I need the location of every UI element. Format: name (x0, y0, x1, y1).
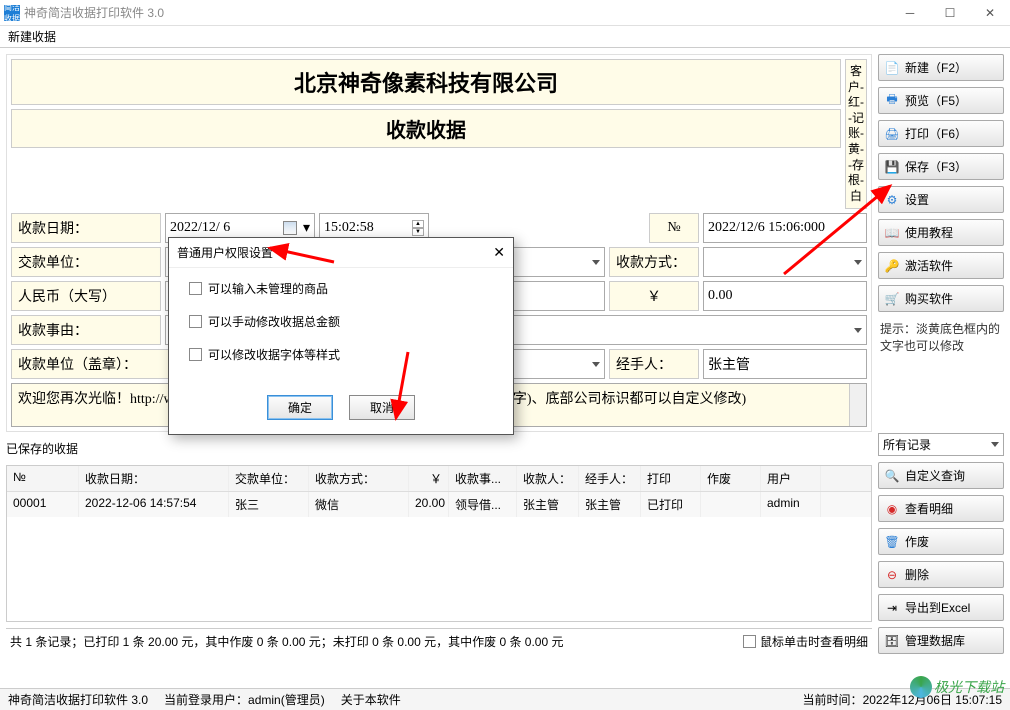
status-time-label: 当前时间： (803, 693, 863, 707)
print-button[interactable]: 🖨打印（F6） (878, 120, 1004, 147)
status-about[interactable]: 关于本软件 (341, 691, 401, 708)
perm-option-3[interactable]: 可以修改收据字体等样式 (189, 346, 493, 363)
dialog-ok-button[interactable]: 确定 (267, 395, 333, 420)
copy-labels[interactable]: 客户-红--记账-黄--存根-白 (845, 59, 867, 209)
status-user: 当前登录用户：admin(管理员) (164, 691, 325, 708)
tab-new-receipt[interactable]: 新建收据 (8, 28, 56, 45)
table-header: № 收款日期： 交款单位： 收款方式： ￥ 收款事... 收款人： 经手人： 打… (7, 466, 871, 492)
perm-option-2[interactable]: 可以手动修改收据总金额 (189, 313, 493, 330)
watermark-icon (910, 676, 932, 698)
menubar: 新建收据 (0, 26, 1010, 48)
delete-button[interactable]: ⊖删除 (878, 561, 1004, 588)
settings-button[interactable]: ⚙设置 (878, 186, 1004, 213)
dialog-cancel-button[interactable]: 取消 (349, 395, 415, 420)
hover-detail-checkbox[interactable]: 鼠标单击时查看明细 (743, 633, 868, 650)
label-handler: 经手人： (609, 349, 699, 379)
col-date[interactable]: 收款日期： (79, 466, 229, 491)
activate-button[interactable]: 🔑激活软件 (878, 252, 1004, 279)
app-icon: 简洁收据 (4, 5, 20, 21)
new-icon: 📄 (885, 61, 899, 75)
label-method: 收款方式： (609, 247, 699, 277)
time-up[interactable]: ▲ (412, 220, 424, 228)
export-icon: ⇥ (885, 601, 899, 615)
save-icon: 💾 (885, 160, 899, 174)
label-payer: 交款单位： (11, 247, 161, 277)
col-no[interactable]: № (7, 466, 79, 491)
col-reason[interactable]: 收款事... (449, 466, 517, 491)
method-dropdown[interactable] (703, 247, 867, 277)
label-date: 收款日期： (11, 213, 161, 243)
label-reason: 收款事由： (11, 315, 161, 345)
col-method[interactable]: 收款方式： (309, 466, 409, 491)
maximize-button[interactable]: ☐ (930, 0, 970, 26)
label-yen: ￥ (609, 281, 699, 311)
search-icon: 🔍 (885, 469, 899, 483)
key-icon: 🔑 (885, 259, 899, 273)
time-down[interactable]: ▼ (412, 228, 424, 236)
database-icon: 🗄 (885, 634, 899, 648)
receipt-title[interactable]: 收款收据 (11, 109, 841, 148)
perm-option-1[interactable]: 可以输入未管理的商品 (189, 280, 493, 297)
saved-table: № 收款日期： 交款单位： 收款方式： ￥ 收款事... 收款人： 经手人： 打… (6, 465, 872, 622)
close-button[interactable]: ✕ (970, 0, 1010, 26)
void-button[interactable]: 🗑作废 (878, 528, 1004, 555)
label-serial: № (649, 213, 699, 243)
status-app-name: 神奇简洁收据打印软件 3.0 (8, 691, 148, 708)
titlebar: 简洁收据 神奇简洁收据打印软件 3.0 ─ ☐ ✕ (0, 0, 1010, 26)
dialog-title: 普通用户权限设置 (177, 244, 273, 261)
delete-icon: ⊖ (885, 568, 899, 582)
label-payee-seal: 收款单位（盖章）： (11, 349, 181, 379)
hint-text: 提示：淡黄底色框内的文字也可以修改 (878, 318, 1004, 356)
view-detail-button[interactable]: ◉查看明细 (878, 495, 1004, 522)
col-handler[interactable]: 经手人： (579, 466, 641, 491)
dialog-close-button[interactable]: ✕ (493, 244, 505, 261)
label-rmb: 人民币（大写） (11, 281, 161, 311)
book-icon: 📖 (885, 226, 899, 240)
amount-field[interactable]: 0.00 (703, 281, 867, 311)
preview-button[interactable]: 🖶预览（F5） (878, 87, 1004, 114)
tutorial-button[interactable]: 📖使用教程 (878, 219, 1004, 246)
eye-icon: ◉ (885, 502, 899, 516)
filter-dropdown[interactable]: 所有记录 (878, 433, 1004, 456)
col-user[interactable]: 用户 (761, 466, 821, 491)
buy-button[interactable]: 🛒购买软件 (878, 285, 1004, 312)
save-button[interactable]: 💾保存（F3） (878, 153, 1004, 180)
col-unit[interactable]: 交款单位： (229, 466, 309, 491)
col-amount[interactable]: ￥ (409, 466, 449, 491)
serial-field[interactable]: 2022/12/6 15:06:000 (703, 213, 867, 243)
checkbox-icon[interactable] (743, 635, 756, 648)
minimize-button[interactable]: ─ (890, 0, 930, 26)
col-payee[interactable]: 收款人： (517, 466, 579, 491)
statusbar: 神奇简洁收据打印软件 3.0 当前登录用户：admin(管理员) 关于本软件 当… (0, 688, 1010, 710)
calendar-icon[interactable] (283, 221, 297, 235)
manage-db-button[interactable]: 🗄管理数据库 (878, 627, 1004, 654)
custom-query-button[interactable]: 🔍自定义查询 (878, 462, 1004, 489)
preview-icon: 🖶 (885, 94, 899, 108)
print-icon: 🖨 (885, 127, 899, 141)
cart-icon: 🛒 (885, 292, 899, 306)
window-title: 神奇简洁收据打印软件 3.0 (24, 4, 890, 21)
company-name[interactable]: 北京神奇像素科技有限公司 (11, 59, 841, 105)
watermark: 极光下载站 (910, 676, 1004, 698)
table-row[interactable]: 00001 2022-12-06 14:57:54 张三 微信 20.00 领导… (7, 492, 871, 517)
col-void[interactable]: 作废 (701, 466, 761, 491)
permission-dialog: 普通用户权限设置 ✕ 可以输入未管理的商品 可以手动修改收据总金额 可以修改收据… (168, 237, 514, 435)
handler-field[interactable]: 张主管 (703, 349, 867, 379)
stats-text: 共 1 条记录；已打印 1 条 20.00 元，其中作废 0 条 0.00 元；… (10, 633, 743, 650)
col-print[interactable]: 打印 (641, 466, 701, 491)
trash-icon: 🗑 (885, 535, 899, 549)
gear-icon: ⚙ (885, 193, 899, 207)
new-button[interactable]: 📄新建（F2） (878, 54, 1004, 81)
export-button[interactable]: ⇥导出到Excel (878, 594, 1004, 621)
saved-label: 已保存的收据 (6, 440, 872, 457)
